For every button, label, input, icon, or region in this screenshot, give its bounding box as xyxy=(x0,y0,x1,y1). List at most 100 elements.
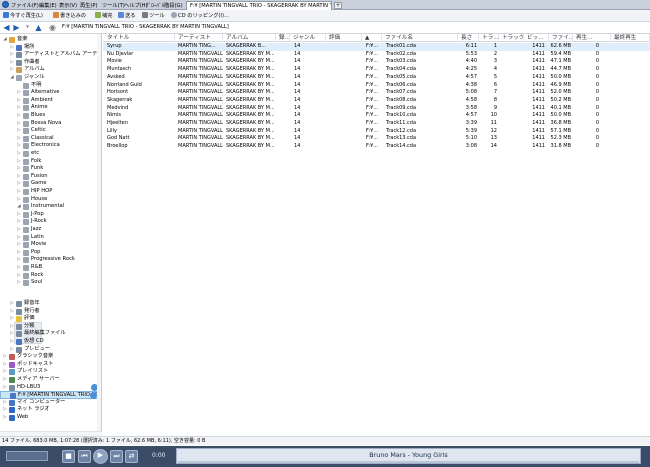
tree-item[interactable]: ▷ クラシック音楽 xyxy=(0,353,101,361)
tree-item[interactable]: ▷ House xyxy=(0,196,101,204)
table-row[interactable]: Lilly MARTIN TINGVALL... SKAGERRAK BY M...… xyxy=(103,128,650,136)
tree-item[interactable]: ▷ 最終編集ファイル xyxy=(0,330,101,338)
expand-toggle-icon[interactable]: ◢ xyxy=(2,36,8,44)
expand-toggle-icon[interactable]: ▷ xyxy=(16,226,22,234)
forward-arrow-icon[interactable]: ▶ xyxy=(12,23,21,32)
tree-item[interactable]: ▷ Jazz xyxy=(0,226,101,234)
expand-toggle-icon[interactable]: ▷ xyxy=(16,173,22,181)
table-row[interactable]: Muntasch MARTIN TINGVALL... SKAGERRAK BY M… xyxy=(103,66,650,74)
burn-button[interactable]: 書き込みの xyxy=(53,12,86,20)
tree-item[interactable]: ▷ Funk xyxy=(0,165,101,173)
expand-toggle-icon[interactable]: ▷ xyxy=(16,158,22,166)
column-header[interactable]: 長さ xyxy=(459,34,479,42)
column-header[interactable]: 最終再生 xyxy=(612,34,650,42)
expand-toggle-icon[interactable]: ▷ xyxy=(9,346,15,354)
tree-item[interactable]: ▷ メディア サーバー xyxy=(0,376,101,384)
tree-item[interactable]: ▷ 発行者 xyxy=(0,308,101,316)
expand-toggle-icon[interactable]: ▷ xyxy=(16,234,22,242)
expand-toggle-icon[interactable]: ▷ xyxy=(16,120,22,128)
expand-toggle-icon[interactable]: ▷ xyxy=(16,196,22,204)
tree-item[interactable]: ▷ 仮想 CD xyxy=(0,338,101,346)
tree-item[interactable]: ▷ Anime xyxy=(0,104,101,112)
expand-toggle-icon[interactable]: ▷ xyxy=(2,399,8,407)
expand-toggle-icon[interactable]: ▷ xyxy=(16,249,22,257)
tree-item[interactable]: ▷ HD-LBU3 xyxy=(0,383,101,392)
complete-button[interactable]: 補完 xyxy=(95,12,112,20)
expand-toggle-icon[interactable]: ▷ xyxy=(16,256,22,264)
expand-toggle-icon[interactable]: ▷ xyxy=(9,330,15,338)
column-header[interactable]: ビッ... xyxy=(525,34,549,42)
tree-item[interactable]: ▷ Rock xyxy=(0,272,101,280)
tree-item[interactable]: F:¥ [MARTIN TINGVALL TRIO - SK xyxy=(0,391,101,400)
app-logo-icon[interactable] xyxy=(2,1,9,8)
tree-item[interactable]: ▷ ネット ラジオ xyxy=(0,406,101,414)
column-header[interactable]: ▲ xyxy=(363,34,382,42)
up-arrow-icon[interactable]: ▲ xyxy=(34,23,43,32)
menu-edit[interactable]: 編集(E) xyxy=(39,2,57,9)
tree-item[interactable]: ▷ Bossa Nova xyxy=(0,120,101,128)
expand-toggle-icon[interactable]: ▷ xyxy=(2,414,8,422)
column-header[interactable]: アルバム xyxy=(224,34,276,42)
tree-item[interactable]: ▷ HIP HOP xyxy=(0,188,101,196)
tree-scrollbar[interactable] xyxy=(97,34,101,431)
shuffle-button[interactable]: ⇄ xyxy=(125,450,138,463)
table-row[interactable]: Movie MARTIN TINGVALL... SKAGERRAK BY M...… xyxy=(103,58,650,66)
column-header[interactable]: 評価 xyxy=(327,34,362,42)
tree-item[interactable]: ▷ Blues xyxy=(0,112,101,120)
tree-item[interactable]: ◢ 音楽 xyxy=(0,36,101,44)
expand-toggle-icon[interactable]: ▷ xyxy=(16,279,22,287)
column-header[interactable]: トラック... xyxy=(500,34,524,42)
tree-item[interactable]: ▷ Progressive Rock xyxy=(0,256,101,264)
expand-toggle-icon[interactable]: ▷ xyxy=(2,376,8,384)
menu-play[interactable]: 再生(P) xyxy=(80,2,98,9)
tree-item[interactable]: ▷ Game xyxy=(0,180,101,188)
tree-item[interactable]: ▷ Soul xyxy=(0,279,101,287)
tree-item[interactable]: ▷ 場所 xyxy=(0,44,101,52)
tree-item[interactable]: ▷ Latin xyxy=(0,234,101,242)
expand-toggle-icon[interactable]: ▷ xyxy=(9,315,15,323)
expand-toggle-icon[interactable]: ▷ xyxy=(16,241,22,249)
expand-toggle-icon[interactable]: ▷ xyxy=(16,165,22,173)
column-header[interactable]: ファイル名 xyxy=(383,34,458,42)
expand-toggle-icon[interactable]: ▷ xyxy=(2,368,8,376)
menu-view[interactable]: 表示(V) xyxy=(59,2,77,9)
column-header[interactable]: トラ... xyxy=(480,34,499,42)
tree-item[interactable]: ▷ ポッドキャスト xyxy=(0,361,101,369)
expand-toggle-icon[interactable]: ▷ xyxy=(9,66,15,74)
play-now-button[interactable]: 今すぐ再生(L) xyxy=(3,12,43,20)
column-header[interactable]: 再生... xyxy=(574,34,611,42)
expand-toggle-icon[interactable]: ▷ xyxy=(2,353,8,361)
table-row[interactable]: Nu Djevlar MARTIN TINGVALL... SKAGERRAK BY… xyxy=(103,51,650,59)
expand-toggle-icon[interactable]: ▷ xyxy=(2,361,8,369)
tree-item[interactable]: ▷ 評価 xyxy=(0,315,101,323)
table-row[interactable]: Skagerrak MARTIN TINGVALL... SKAGERRAK BY … xyxy=(103,97,650,105)
tree-item[interactable]: ◢ Instrumental xyxy=(0,203,101,211)
tree-item[interactable]: ▷ Classical xyxy=(0,135,101,143)
tree-item[interactable]: ▷ Fusion xyxy=(0,173,101,181)
tree-item[interactable]: ▷ J-Pop xyxy=(0,211,101,219)
previous-button[interactable]: ⏮ xyxy=(78,450,91,463)
expand-toggle-icon[interactable]: ▷ xyxy=(9,44,15,52)
expand-toggle-icon[interactable]: ▷ xyxy=(16,264,22,272)
tree-item[interactable]: ▷ Ambient xyxy=(0,97,101,105)
expand-toggle-icon[interactable]: ▷ xyxy=(16,142,22,150)
expand-toggle-icon[interactable]: ▷ xyxy=(16,112,22,120)
expand-toggle-icon[interactable]: ▷ xyxy=(9,59,15,67)
history-chevron-icon[interactable]: ▾ xyxy=(23,23,32,32)
expand-toggle-icon[interactable]: ▷ xyxy=(2,406,8,414)
tree-item[interactable]: ▷ R&B xyxy=(0,264,101,272)
column-header[interactable]: アーティスト xyxy=(176,34,223,42)
seek-bar[interactable] xyxy=(178,461,639,463)
play-button[interactable]: ▶ xyxy=(93,449,108,464)
expand-toggle-icon[interactable]: ◢ xyxy=(16,203,22,211)
expand-toggle-icon[interactable]: ▷ xyxy=(16,218,22,226)
table-row[interactable]: Horisont MARTIN TINGVALL... SKAGERRAK BY M… xyxy=(103,89,650,97)
expand-toggle-icon[interactable]: ▷ xyxy=(16,97,22,105)
expand-toggle-icon[interactable]: ▷ xyxy=(16,180,22,188)
expand-toggle-icon[interactable]: ▷ xyxy=(16,188,22,196)
table-row[interactable]: Syrup MARTIN TING... SKAGERRAK B... 14 F:¥..… xyxy=(103,43,650,51)
tree-item[interactable]: ▷ Celtic xyxy=(0,127,101,135)
tree-item[interactable]: ▷ Movie xyxy=(0,241,101,249)
tree-item[interactable]: 不明 xyxy=(0,82,101,90)
expand-toggle-icon[interactable]: ▷ xyxy=(9,338,15,346)
